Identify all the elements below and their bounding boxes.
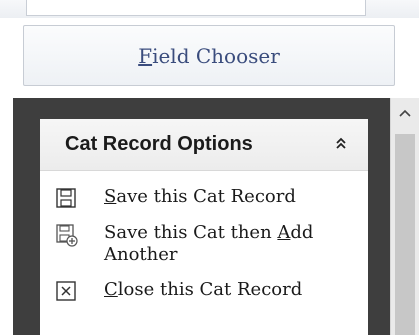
vertical-scrollbar[interactable]	[390, 98, 419, 335]
top-toolbar-strip	[0, 0, 419, 18]
panel-title: Cat Record Options	[65, 133, 253, 155]
save-record-label: Save this Cat Record	[104, 186, 296, 207]
field-chooser-label: Field Chooser	[138, 43, 280, 68]
close-record-option[interactable]: Close this Cat Record	[55, 279, 355, 303]
field-chooser-button[interactable]: Field Chooser	[23, 25, 395, 86]
save-icon	[55, 187, 77, 209]
save-add-another-option[interactable]: Save this Cat then Add Another	[55, 222, 355, 266]
close-record-label: Close this Cat Record	[104, 279, 303, 300]
panel-header: Cat Record Options	[40, 119, 368, 171]
top-input-edge[interactable]	[26, 0, 366, 16]
cat-record-options-panel: Cat Record Options Save this Cat Record	[40, 119, 368, 335]
save-record-option[interactable]: Save this Cat Record	[55, 186, 355, 210]
close-box-icon	[55, 280, 77, 302]
save-add-icon	[55, 223, 78, 247]
scroll-up-arrow-icon[interactable]	[391, 98, 419, 128]
collapse-chevron-icon[interactable]	[330, 132, 352, 154]
scrollbar-thumb[interactable]	[395, 134, 415, 335]
save-add-another-label: Save this Cat then Add Another	[104, 222, 314, 265]
